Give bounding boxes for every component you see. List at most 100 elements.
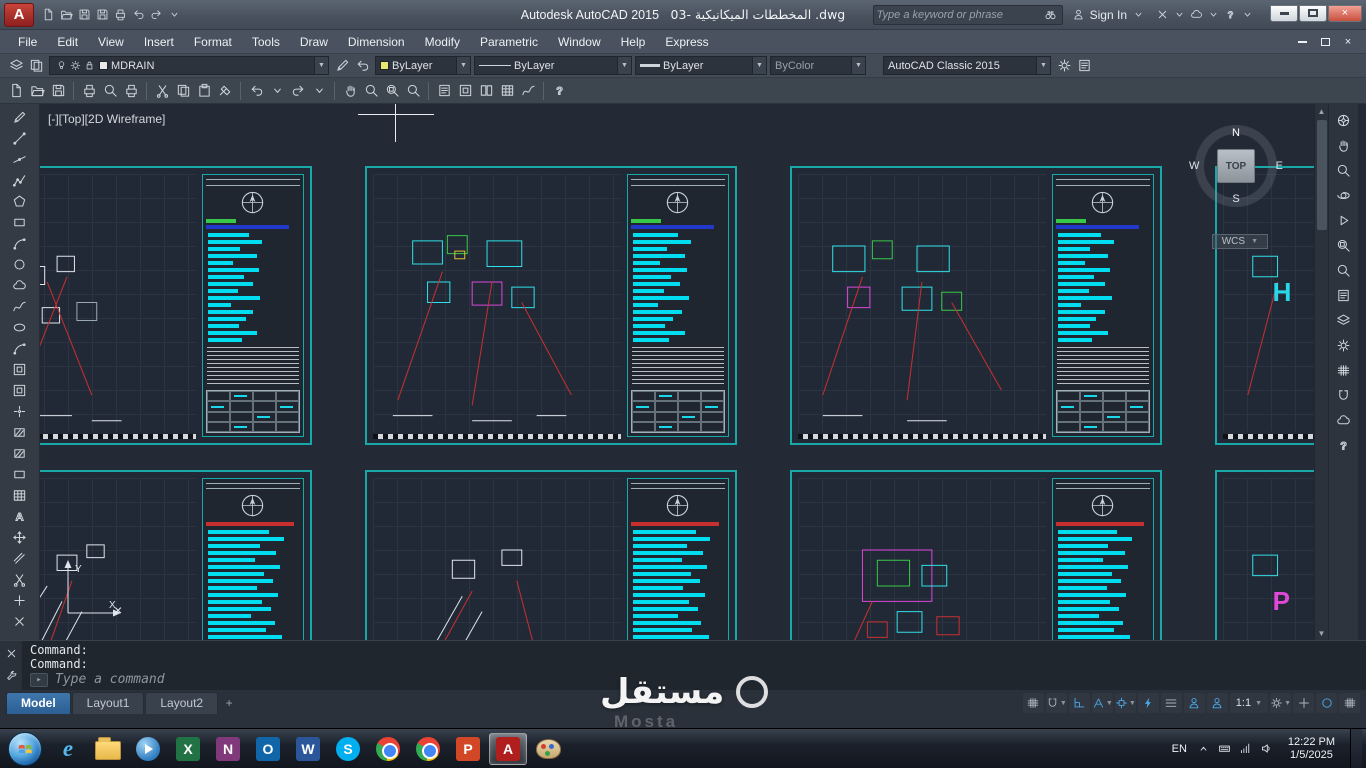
caret-up-icon[interactable] bbox=[1195, 740, 1212, 757]
scroll-down-icon[interactable]: ▼ bbox=[1315, 626, 1329, 640]
wheel-icon[interactable] bbox=[1334, 110, 1354, 130]
caret-icon[interactable] bbox=[1171, 6, 1188, 23]
view-cube[interactable]: N S W E TOP bbox=[1186, 116, 1286, 216]
taskbar-media-player[interactable] bbox=[129, 733, 167, 765]
viewcube-top-face[interactable]: TOP bbox=[1217, 149, 1255, 183]
app-logo-button[interactable]: A bbox=[4, 2, 34, 27]
hatch-icon[interactable] bbox=[7, 422, 33, 443]
command-input[interactable]: ▸ Type a command bbox=[30, 671, 1358, 688]
drawing-sheet-1[interactable] bbox=[40, 166, 312, 445]
gradient-icon[interactable] bbox=[7, 443, 33, 464]
text-A-icon[interactable]: A bbox=[7, 506, 33, 527]
menu-tools[interactable]: Tools bbox=[242, 32, 290, 52]
color-select-caret[interactable]: ▼ bbox=[456, 57, 470, 74]
taskbar-outlook[interactable]: O bbox=[249, 733, 287, 765]
search-icon[interactable] bbox=[1042, 6, 1059, 24]
help-icon[interactable]: ? bbox=[549, 81, 569, 101]
taskbar-powerpoint[interactable]: P bbox=[449, 733, 487, 765]
plotstyle-select-caret[interactable]: ▼ bbox=[851, 57, 865, 74]
grid-ic-toggle[interactable] bbox=[1023, 693, 1044, 713]
menu-file[interactable]: File bbox=[8, 32, 47, 52]
orbit-icon[interactable] bbox=[1334, 185, 1354, 205]
plus-toggle[interactable] bbox=[1293, 693, 1314, 713]
maximize-button[interactable] bbox=[1299, 4, 1327, 22]
zoom-win-icon[interactable] bbox=[1334, 235, 1354, 255]
color-select[interactable]: ByLayer ▼ bbox=[375, 56, 471, 75]
block-icon[interactable] bbox=[455, 81, 475, 101]
props-icon[interactable] bbox=[434, 81, 454, 101]
viewcube-north[interactable]: N bbox=[1232, 127, 1240, 139]
drawing-sheet-7[interactable] bbox=[790, 470, 1162, 640]
redo-icon[interactable] bbox=[288, 81, 308, 101]
grid-ic-toggle[interactable] bbox=[1339, 693, 1360, 713]
workspace-select[interactable]: AutoCAD Classic 2015 ▼ bbox=[883, 56, 1051, 75]
layer-previous-icon[interactable] bbox=[352, 56, 372, 76]
osnap-toggle[interactable]: ▼ bbox=[1115, 693, 1136, 713]
annotation-scale-control[interactable]: 1:1 ▼ bbox=[1230, 693, 1268, 713]
menu-format[interactable]: Format bbox=[184, 32, 242, 52]
language-indicator[interactable]: EN bbox=[1169, 743, 1190, 755]
doc-minimize-button[interactable] bbox=[1292, 34, 1312, 50]
pencil-line-icon[interactable] bbox=[7, 107, 33, 128]
taskbar-skype[interactable]: S bbox=[329, 733, 367, 765]
viewport-label[interactable]: [-][Top][2D Wireframe] bbox=[48, 112, 165, 126]
palette-ic-icon[interactable] bbox=[476, 81, 496, 101]
menu-express[interactable]: Express bbox=[655, 32, 718, 52]
taskbar-google-app[interactable] bbox=[409, 733, 447, 765]
play-icon[interactable] bbox=[1334, 210, 1354, 230]
gear-icon[interactable] bbox=[1334, 335, 1354, 355]
taskbar-word[interactable]: W bbox=[289, 733, 327, 765]
drawing-sheet-6[interactable] bbox=[365, 470, 737, 640]
spline-icon[interactable] bbox=[7, 296, 33, 317]
taskbar-autocad[interactable]: A bbox=[489, 732, 527, 765]
scrollbar-thumb[interactable] bbox=[1316, 120, 1327, 230]
paste-icon[interactable] bbox=[194, 81, 214, 101]
taskbar-chrome[interactable] bbox=[369, 733, 407, 765]
cloud-icon[interactable] bbox=[1334, 410, 1354, 430]
lineweight-select[interactable]: ByLayer ▼ bbox=[635, 56, 767, 75]
help-icon[interactable]: ? bbox=[1334, 435, 1354, 455]
menu-insert[interactable]: Insert bbox=[134, 32, 184, 52]
menu-dimension[interactable]: Dimension bbox=[338, 32, 415, 52]
person2-toggle[interactable] bbox=[1207, 693, 1228, 713]
tab-model[interactable]: Model bbox=[6, 692, 71, 714]
menu-modify[interactable]: Modify bbox=[415, 32, 470, 52]
make-current-icon[interactable] bbox=[332, 56, 352, 76]
volume-icon[interactable] bbox=[1258, 740, 1275, 757]
spline-icon[interactable] bbox=[518, 81, 538, 101]
ellipse-ic-icon[interactable] bbox=[7, 317, 33, 338]
x-mark-icon[interactable] bbox=[3, 645, 20, 662]
save-icon[interactable] bbox=[48, 81, 68, 101]
new-layout-button[interactable]: + bbox=[219, 692, 239, 714]
tab-layout2[interactable]: Layout2 bbox=[145, 692, 219, 714]
close-button[interactable]: × bbox=[1328, 4, 1362, 22]
x-mark-icon[interactable] bbox=[7, 611, 33, 632]
menu-draw[interactable]: Draw bbox=[290, 32, 338, 52]
viewcube-south[interactable]: S bbox=[1232, 193, 1239, 205]
sign-in-button[interactable]: Sign In bbox=[1066, 6, 1151, 23]
menu-edit[interactable]: Edit bbox=[47, 32, 88, 52]
layer-select[interactable]: MDRAIN ▼ bbox=[49, 56, 329, 75]
print-icon[interactable] bbox=[79, 81, 99, 101]
lwt-toggle[interactable] bbox=[1161, 693, 1182, 713]
grid-ic-icon[interactable] bbox=[1334, 360, 1354, 380]
layer-properties-icon[interactable] bbox=[6, 56, 26, 76]
zoom-icon[interactable] bbox=[1334, 160, 1354, 180]
minimize-button[interactable] bbox=[1270, 4, 1298, 22]
match-icon[interactable] bbox=[215, 81, 235, 101]
drawing-sheet-2[interactable] bbox=[365, 166, 737, 445]
polygon-icon[interactable] bbox=[7, 191, 33, 212]
tab-layout1[interactable]: Layout1 bbox=[71, 692, 145, 714]
arc-icon[interactable] bbox=[7, 233, 33, 254]
cut-icon[interactable] bbox=[152, 81, 172, 101]
ellipse-arc-icon[interactable] bbox=[7, 338, 33, 359]
viewcube-west[interactable]: W bbox=[1189, 160, 1199, 172]
new-file-icon[interactable] bbox=[6, 81, 26, 101]
rect-ic-icon[interactable] bbox=[7, 212, 33, 233]
drawing-sheet-3[interactable] bbox=[790, 166, 1162, 445]
gear-toggle[interactable]: ▼ bbox=[1270, 693, 1291, 713]
network-icon[interactable] bbox=[1237, 740, 1254, 757]
region-icon[interactable] bbox=[7, 464, 33, 485]
plotstyle-select[interactable]: ByColor ▼ bbox=[770, 56, 866, 75]
caret-icon[interactable] bbox=[166, 6, 183, 23]
